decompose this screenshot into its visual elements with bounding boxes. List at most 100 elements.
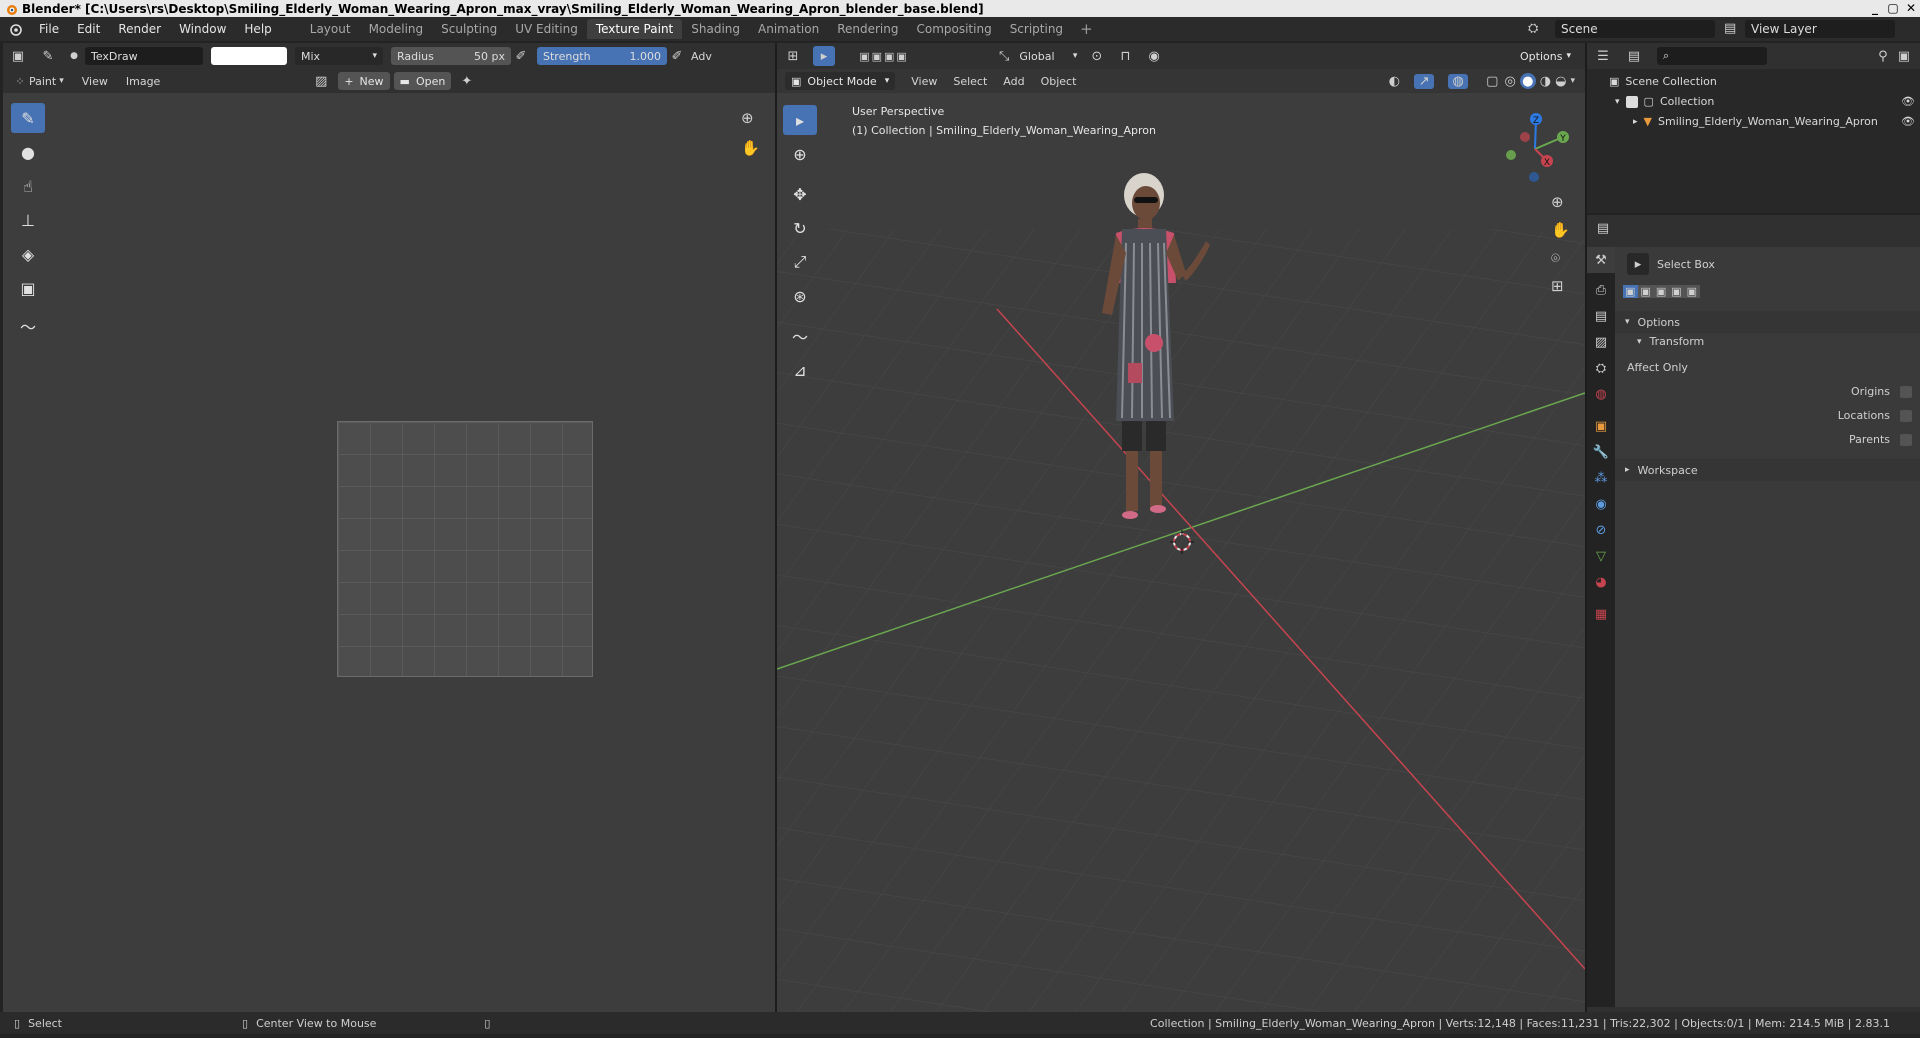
brush-color-swatch[interactable] — [211, 47, 287, 65]
tab-compositing[interactable]: Compositing — [907, 19, 1000, 39]
clone-tool-icon[interactable]: ⊥ — [11, 205, 45, 235]
outliner-search-input[interactable]: ⌕ — [1657, 47, 1767, 65]
tab-layout[interactable]: Layout — [301, 19, 360, 39]
material-tab-icon[interactable]: ◕ — [1587, 569, 1615, 595]
tab-scripting[interactable]: Scripting — [1001, 19, 1072, 39]
editor-type-icon[interactable]: ▣ — [3, 49, 33, 64]
material-shading-icon[interactable]: ◑ — [1540, 74, 1551, 89]
mask-tool-icon[interactable]: ▣ — [11, 273, 45, 303]
brush-dot-icon[interactable]: ● — [63, 51, 85, 61]
tab-shading[interactable]: Shading — [682, 19, 749, 39]
menu-image[interactable]: Image — [126, 75, 160, 88]
modifier-tab-icon[interactable]: 🔧 — [1587, 439, 1615, 465]
editor-type-icon[interactable]: ☰ — [1587, 49, 1619, 64]
image-browse-icon[interactable]: ▨ — [310, 74, 332, 89]
menu-window[interactable]: Window — [170, 22, 235, 36]
scene-selector[interactable]: Scene — [1555, 20, 1715, 38]
select-mode-icons[interactable]: ▣▣▣▣ — [849, 50, 919, 63]
outliner-scene-collection[interactable]: ▣ Scene Collection — [1609, 75, 1717, 88]
menu-add[interactable]: Add — [1003, 75, 1024, 88]
locations-checkbox[interactable] — [1900, 409, 1912, 422]
physics-tab-icon[interactable]: ◉ — [1587, 491, 1615, 517]
view-layer-icon[interactable]: ▤ — [1724, 21, 1736, 36]
measure-tool-icon[interactable]: ⊿ — [783, 355, 817, 385]
fill-tool-icon[interactable]: ◈ — [11, 239, 45, 269]
navigation-gizmo[interactable]: Z Y X — [1497, 105, 1577, 185]
menu-view[interactable]: View — [911, 75, 937, 88]
filter-icon[interactable]: ⚲ — [1878, 49, 1888, 64]
select-cursor-icon[interactable]: ▸ — [813, 46, 835, 66]
image-canvas-grid[interactable] — [337, 421, 593, 677]
new-collection-icon[interactable]: ▣ — [1898, 49, 1910, 64]
tool-tab-icon[interactable]: ⚒ — [1587, 247, 1615, 273]
strength-slider[interactable]: Strength 1.000 — [537, 47, 667, 65]
pan-hand-icon[interactable]: ✋ — [741, 139, 760, 157]
paint-mode-select[interactable]: Paint — [29, 75, 56, 88]
overlays-icon[interactable]: ◍ — [1448, 73, 1469, 89]
particles-tab-icon[interactable]: ⁂ — [1587, 465, 1615, 491]
annotate-tool-icon[interactable]: 〜 — [783, 321, 817, 351]
rotate-tool-icon[interactable]: ↻ — [783, 213, 817, 243]
zoom-icon[interactable]: ⊕ — [1551, 193, 1564, 211]
scene-icon[interactable]: ⛭ — [1528, 21, 1538, 36]
outliner-object[interactable]: ▸ ▼ Smiling_Elderly_Woman_Wearing_Apron … — [1633, 115, 1915, 128]
expand-arrow-icon[interactable]: ▾ — [1615, 97, 1620, 107]
close-icon[interactable]: ✕ — [1902, 0, 1920, 16]
options-panel-header[interactable]: ▾ Options — [1615, 311, 1920, 333]
soften-tool-icon[interactable]: ● — [11, 137, 45, 167]
proportional-edit-icon[interactable]: ◉ — [1148, 49, 1159, 64]
tab-rendering[interactable]: Rendering — [828, 19, 907, 39]
orientation-select[interactable]: Global ▾ — [1013, 47, 1084, 65]
xray-icon[interactable]: ▢ — [1486, 74, 1498, 89]
outliner-collection[interactable]: ▾ ▢ Collection 👁 — [1615, 95, 1915, 108]
open-image-button[interactable]: ▬ Open — [393, 72, 452, 90]
editor-type-icon[interactable]: ⊞ — [777, 49, 809, 64]
expand-arrow-icon[interactable]: ▸ — [1633, 117, 1638, 127]
render-tab-icon[interactable]: ⎙ — [1587, 277, 1615, 303]
menu-select[interactable]: Select — [953, 75, 987, 88]
select-box-icon[interactable]: ▸ — [1627, 253, 1649, 275]
output-tab-icon[interactable]: ▤ — [1587, 303, 1615, 329]
ortho-grid-icon[interactable]: ⊞ — [1551, 277, 1564, 295]
object-mode-select[interactable]: ▣ Object Mode ▾ — [785, 72, 896, 90]
pin-icon[interactable]: ✦ — [461, 74, 472, 89]
gizmo-toggle-icon[interactable]: ↗ — [1414, 73, 1435, 89]
selection-mode-icons[interactable]: ▣ ▣ ▣ ▣ ▣ — [1623, 285, 1701, 298]
eye-icon[interactable]: 👁 — [1901, 95, 1915, 108]
collection-checkbox[interactable] — [1625, 95, 1638, 108]
brush-name-field[interactable]: TexDraw — [85, 47, 203, 65]
cursor-tool-icon[interactable]: ⊕ — [783, 139, 817, 169]
tab-uv-editing[interactable]: UV Editing — [506, 19, 587, 39]
scene-tab-icon[interactable]: ⛭ — [1587, 355, 1615, 381]
3d-cursor-icon[interactable] — [1170, 530, 1194, 554]
visibility-icon[interactable]: ◐ — [1389, 74, 1400, 89]
data-tab-icon[interactable]: ▽ — [1587, 543, 1615, 569]
view-layer-selector[interactable]: View Layer — [1745, 20, 1895, 38]
tab-sculpting[interactable]: Sculpting — [432, 19, 506, 39]
select-subtract-icon[interactable]: ▣ — [1653, 285, 1670, 298]
radius-slider[interactable]: Radius 50 px — [391, 47, 511, 65]
eye-icon[interactable]: 👁 — [1901, 115, 1915, 128]
select-invert-icon[interactable]: ▣ — [1669, 285, 1685, 298]
texture-tab-icon[interactable]: ▦ — [1587, 601, 1615, 627]
menu-object[interactable]: Object — [1041, 75, 1077, 88]
parents-checkbox[interactable] — [1900, 433, 1912, 446]
smear-tool-icon[interactable]: ☝ — [11, 171, 45, 201]
strength-pressure-icon[interactable]: ✐ — [667, 49, 687, 64]
tab-modeling[interactable]: Modeling — [360, 19, 433, 39]
menu-render[interactable]: Render — [109, 22, 170, 36]
editor-type-icon[interactable]: ▤ — [1587, 221, 1619, 236]
character-model[interactable] — [1082, 163, 1222, 563]
pressure-icon[interactable]: ✐ — [511, 49, 531, 64]
advanced-panel-tab[interactable]: Adv — [691, 50, 712, 63]
parents-option[interactable]: Parents — [1849, 433, 1912, 446]
maximize-icon[interactable]: ▢ — [1884, 0, 1902, 16]
move-tool-icon[interactable]: ✥ — [783, 179, 817, 209]
blender-menu-icon[interactable] — [0, 22, 30, 36]
draw-tool-icon[interactable]: ✎ — [11, 103, 45, 133]
transform-subpanel-header[interactable]: ▾ Transform — [1637, 335, 1704, 348]
orientation-icon[interactable]: ⤡ — [999, 49, 1009, 64]
scale-tool-icon[interactable]: ⤢ — [783, 247, 817, 277]
pivot-icon[interactable]: ⊙ — [1091, 49, 1102, 64]
view-layer-tab-icon[interactable]: ▨ — [1587, 329, 1615, 355]
